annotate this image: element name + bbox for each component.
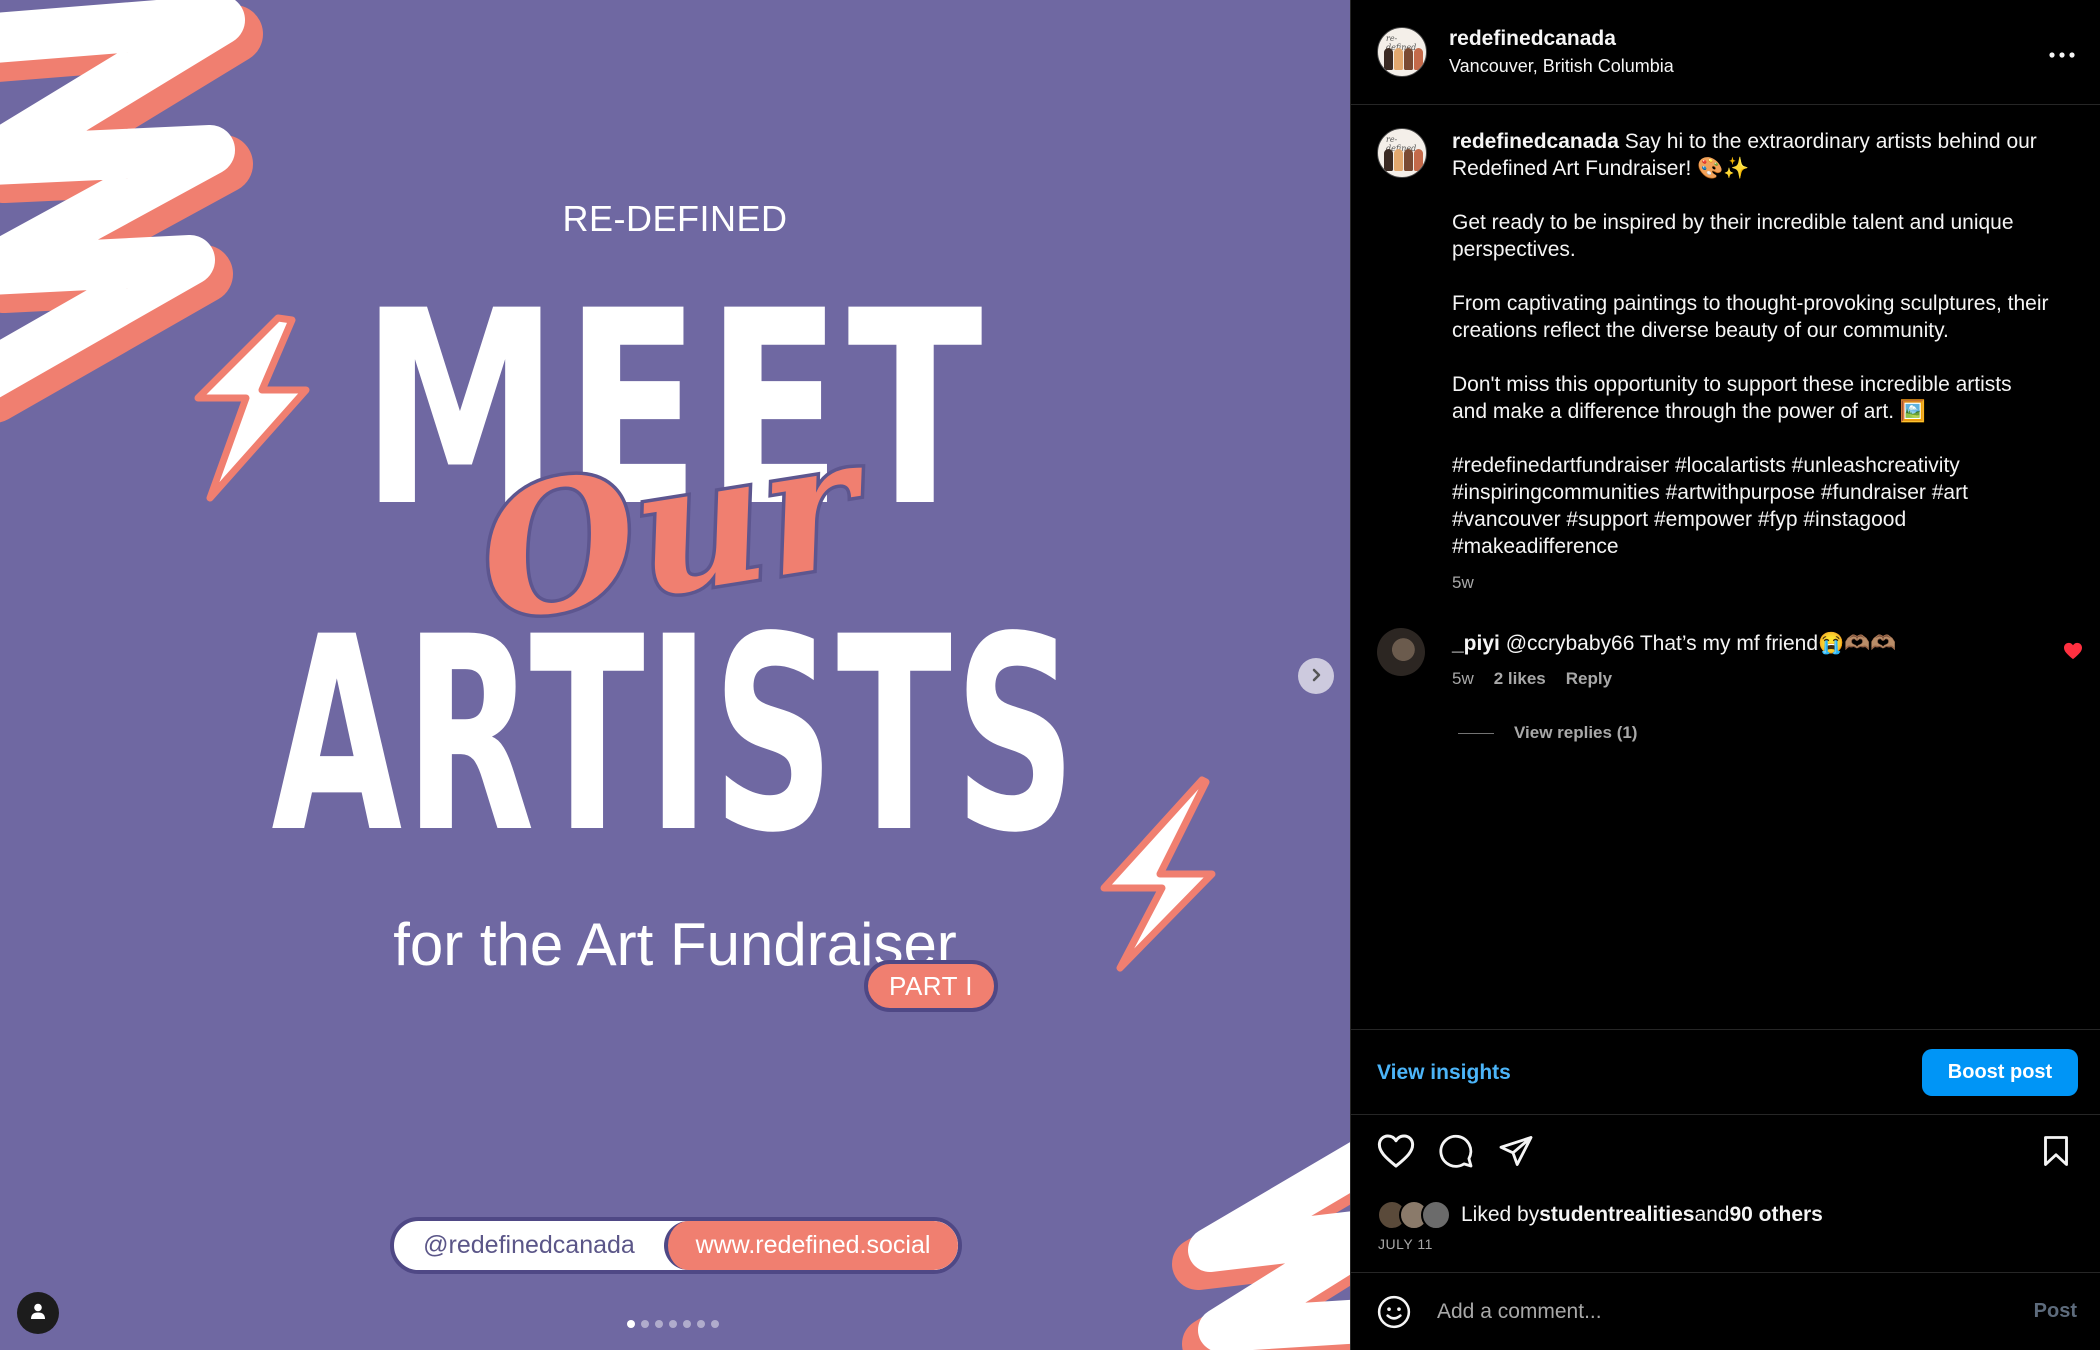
- liker-avatars: [1377, 1200, 1451, 1230]
- carousel-dot: [641, 1320, 649, 1328]
- header-location[interactable]: Vancouver, British Columbia: [1449, 56, 1674, 77]
- next-slide-button[interactable]: [1298, 658, 1334, 694]
- contact-pill: @redefinedcanada www.redefined.social: [390, 1217, 962, 1274]
- share-icon: [1497, 1136, 1535, 1173]
- like-button[interactable]: [1377, 1133, 1417, 1173]
- comment-body: @ccrybaby66 That’s my mf friend😭🫶🏽🫶🏽: [1499, 632, 1897, 655]
- handle-text: @redefinedcanada: [423, 1231, 635, 1259]
- insights-bar: View insights Boost post: [1351, 1029, 2100, 1115]
- comment-likes[interactable]: 2 likes: [1494, 669, 1546, 689]
- post-header: re-defined redefinedcanada Vancouver, Br…: [1351, 0, 2100, 105]
- carousel-dot: [697, 1320, 705, 1328]
- likes-summary[interactable]: Liked by studentrealities and 90 others: [1377, 1200, 1823, 1230]
- bookmark-icon: [2037, 1136, 2075, 1173]
- comment-button[interactable]: [1437, 1133, 1477, 1173]
- chevron-right-icon: [1308, 662, 1324, 690]
- likes-prefix: Liked by: [1461, 1203, 1540, 1226]
- heart-filled-icon: [2063, 642, 2083, 665]
- post-media[interactable]: RE-DEFINED MEET ARTISTS Our for the Art …: [0, 0, 1350, 1350]
- comment-input[interactable]: [1437, 1295, 1957, 1329]
- comment-icon: [1437, 1134, 1475, 1173]
- header-username[interactable]: redefinedcanada: [1449, 27, 1616, 51]
- comment-text: _piyi @ccrybaby66 That’s my mf friend😭🫶🏽…: [1452, 632, 1896, 656]
- heart-icon: [1377, 1134, 1415, 1173]
- action-bar: [1351, 1133, 2100, 1177]
- avatar[interactable]: re-defined: [1377, 27, 1427, 77]
- caption-avatar[interactable]: re-defined: [1377, 128, 1427, 178]
- emoji-icon: [1377, 1295, 1411, 1333]
- carousel-dot: [627, 1320, 635, 1328]
- boost-post-button[interactable]: Boost post: [1922, 1049, 2078, 1096]
- caption-timestamp[interactable]: 5w: [1452, 573, 1474, 593]
- website-text: www.redefined.social: [664, 1221, 958, 1270]
- brand-name: RE-DEFINED: [562, 198, 788, 239]
- add-comment-bar: Post: [1351, 1272, 2100, 1350]
- caption-username[interactable]: redefinedcanada: [1452, 130, 1619, 153]
- headline-artists: ARTISTS: [271, 580, 1079, 892]
- likes-others[interactable]: 90 others: [1729, 1203, 1822, 1227]
- view-replies-label: View replies (1): [1514, 723, 1638, 742]
- emoji-button[interactable]: [1377, 1295, 1411, 1329]
- likes-middle: and: [1694, 1203, 1730, 1226]
- comment-timestamp[interactable]: 5w: [1452, 669, 1474, 689]
- more-options-button[interactable]: [2049, 36, 2075, 64]
- share-button[interactable]: [1497, 1133, 1537, 1173]
- likes-user[interactable]: studentrealities: [1539, 1203, 1694, 1227]
- more-horizontal-icon: [2049, 34, 2075, 65]
- replies-divider: [1458, 732, 1494, 734]
- comment-username[interactable]: _piyi: [1452, 632, 1500, 655]
- part-badge: PART I: [864, 960, 998, 1012]
- carousel-dot: [683, 1320, 691, 1328]
- person-tag-icon: [28, 1301, 48, 1326]
- comment-like-button[interactable]: [2063, 642, 2083, 666]
- tagged-people-button[interactable]: [17, 1292, 59, 1334]
- carousel-dot: [655, 1320, 663, 1328]
- carousel-indicator: [627, 1320, 719, 1328]
- reply-button[interactable]: Reply: [1566, 669, 1612, 689]
- post-details-panel: re-defined redefinedcanada Vancouver, Br…: [1350, 0, 2100, 1350]
- comment-meta: 5w 2 likes Reply: [1452, 669, 1612, 689]
- caption-body: Say hi to the extraordinary artists behi…: [1452, 130, 2049, 558]
- post-date[interactable]: JULY 11: [1378, 1236, 1433, 1252]
- carousel-dot: [711, 1320, 719, 1328]
- commenter-avatar[interactable]: [1377, 628, 1425, 676]
- view-replies-button[interactable]: View replies (1): [1458, 723, 1637, 743]
- view-insights-link[interactable]: View insights: [1377, 1061, 1511, 1085]
- carousel-dot: [669, 1320, 677, 1328]
- save-button[interactable]: [2037, 1133, 2077, 1173]
- caption-text: redefinedcanada Say hi to the extraordin…: [1452, 128, 2052, 560]
- post-comment-button[interactable]: Post: [2034, 1300, 2077, 1323]
- headline-subline: for the Art Fundraiser: [393, 911, 957, 978]
